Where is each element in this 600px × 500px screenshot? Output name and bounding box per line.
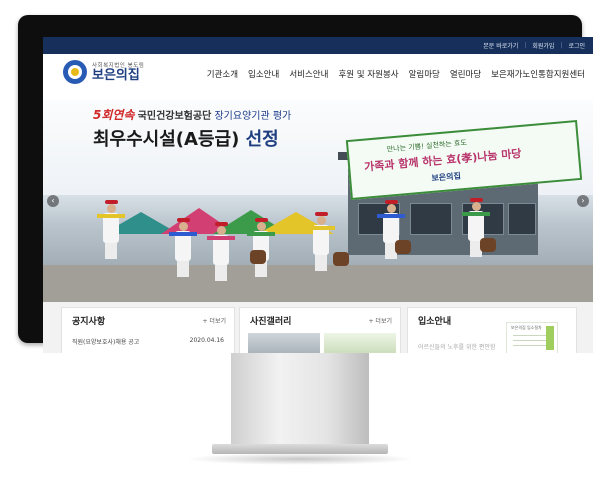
dancer — [97, 200, 125, 259]
nav-item-services[interactable]: 서비스안내 — [289, 68, 328, 80]
logo-emblem-icon — [63, 60, 87, 84]
monitor-stand — [231, 343, 369, 448]
site-logo[interactable]: 사회복지법인 봉도림 보은의집 — [63, 60, 144, 84]
link-separator: | — [560, 42, 563, 49]
nav-item-donation[interactable]: 후원 및 자원봉사 — [338, 68, 398, 80]
logo-text: 사회복지법인 봉도림 보은의집 — [92, 61, 144, 83]
website-screen: 본문 바로가기 | 회원가입 | 로그인 사회복지법인 봉도림 보은의집 기관소… — [43, 37, 593, 353]
dancer — [207, 222, 235, 281]
gallery-thumbnail[interactable] — [324, 333, 396, 353]
main-navigation: 기관소개 입소안내 서비스안내 후원 및 자원봉사 알림마당 열린마당 보은재가… — [207, 68, 585, 80]
notice-item-title: 직원(요양보호사)채용 공고 — [72, 339, 140, 346]
top-utility-bar: 본문 바로가기 | 회원가입 | 로그인 — [43, 37, 593, 54]
site-header: 사회복지법인 봉도림 보은의집 기관소개 입소안내 서비스안내 후원 및 자원봉… — [43, 54, 593, 102]
notice-item[interactable]: 직원(요양보호사)채용 공고 2020.04.16 — [72, 337, 224, 346]
janggu-drum — [395, 240, 411, 254]
hero-slider: 만나는 기쁨! 실천하는 효도 가족과 함께 하는 효(孝)나눔 마당 보은의집 — [43, 100, 593, 302]
admission-title: 입소안내 — [418, 317, 452, 327]
gallery-panel: 사진갤러리 + 더보기 — [239, 307, 401, 353]
utility-links: 본문 바로가기 | 회원가입 | 로그인 — [483, 37, 585, 54]
nav-item-notices[interactable]: 알림마당 — [409, 68, 440, 80]
nav-item-support-center[interactable]: 보은재가노인통합지원센터 — [491, 68, 585, 80]
hero-headline-1: 5회연속 국민건강보험공단 장기요양기관 평가 — [93, 106, 291, 123]
admission-text: 어르신들의 노후를 위한 편안함 — [418, 344, 496, 351]
notice-more-link[interactable]: + 더보기 — [203, 316, 227, 325]
nav-item-admission[interactable]: 입소안내 — [248, 68, 279, 80]
nav-item-community[interactable]: 열린마당 — [450, 68, 481, 80]
notice-item-date: 2020.04.16 — [189, 337, 224, 344]
hero-agency: 국민건강보험공단 — [137, 111, 212, 122]
hero-headline-2: 최우수시설(A등급) 선정 — [93, 125, 279, 151]
notice-title: 공지사항 — [72, 317, 106, 327]
admission-graphic[interactable]: 보은의집 입소절차 — [506, 322, 558, 353]
login-link[interactable]: 로그인 — [568, 41, 585, 50]
skip-to-content-link[interactable]: 본문 바로가기 — [483, 41, 518, 50]
dancer — [307, 212, 335, 271]
monitor-stand-base — [212, 444, 388, 454]
admission-graphic-bar — [546, 326, 554, 350]
hero-award: 최우수시설(A등급) — [93, 129, 240, 150]
hero-selected: 선정 — [245, 129, 279, 150]
janggu-drum — [333, 252, 349, 266]
stand-shadow — [185, 453, 415, 465]
admission-graphic-label: 보은의집 입소절차 — [511, 325, 542, 330]
janggu-drum — [250, 250, 266, 264]
gallery-more-link[interactable]: + 더보기 — [369, 316, 393, 325]
nav-item-about[interactable]: 기관소개 — [207, 68, 238, 80]
monitor-frame: 본문 바로가기 | 회원가입 | 로그인 사회복지법인 봉도림 보은의집 기관소… — [18, 15, 593, 353]
slider-prev-button[interactable]: ‹ — [47, 195, 59, 207]
hero-evaluation: 장기요양기관 평가 — [214, 111, 292, 122]
gallery-thumbnail[interactable] — [248, 333, 320, 353]
link-separator: | — [524, 42, 527, 49]
admission-panel: 입소안내 어르신들의 노후를 위한 편안함 보은의집 입소절차 — [407, 307, 577, 353]
logo-name: 보은의집 — [92, 68, 140, 83]
gallery-title: 사진갤러리 — [250, 317, 292, 327]
hero-highlight: 5회연속 — [93, 108, 135, 122]
notice-panel: 공지사항 + 더보기 직원(요양보호사)채용 공고 2020.04.16 — [61, 307, 235, 353]
dancer — [169, 218, 197, 277]
dancer — [247, 218, 275, 277]
signup-link[interactable]: 회원가입 — [532, 41, 554, 50]
janggu-drum — [480, 238, 496, 252]
building-window — [508, 203, 536, 235]
banner-logo: 보은의집 — [431, 171, 462, 183]
slider-next-button[interactable]: › — [577, 195, 589, 207]
content-panels: 공지사항 + 더보기 직원(요양보호사)채용 공고 2020.04.16 사진갤… — [43, 302, 593, 353]
building-window — [410, 203, 452, 235]
